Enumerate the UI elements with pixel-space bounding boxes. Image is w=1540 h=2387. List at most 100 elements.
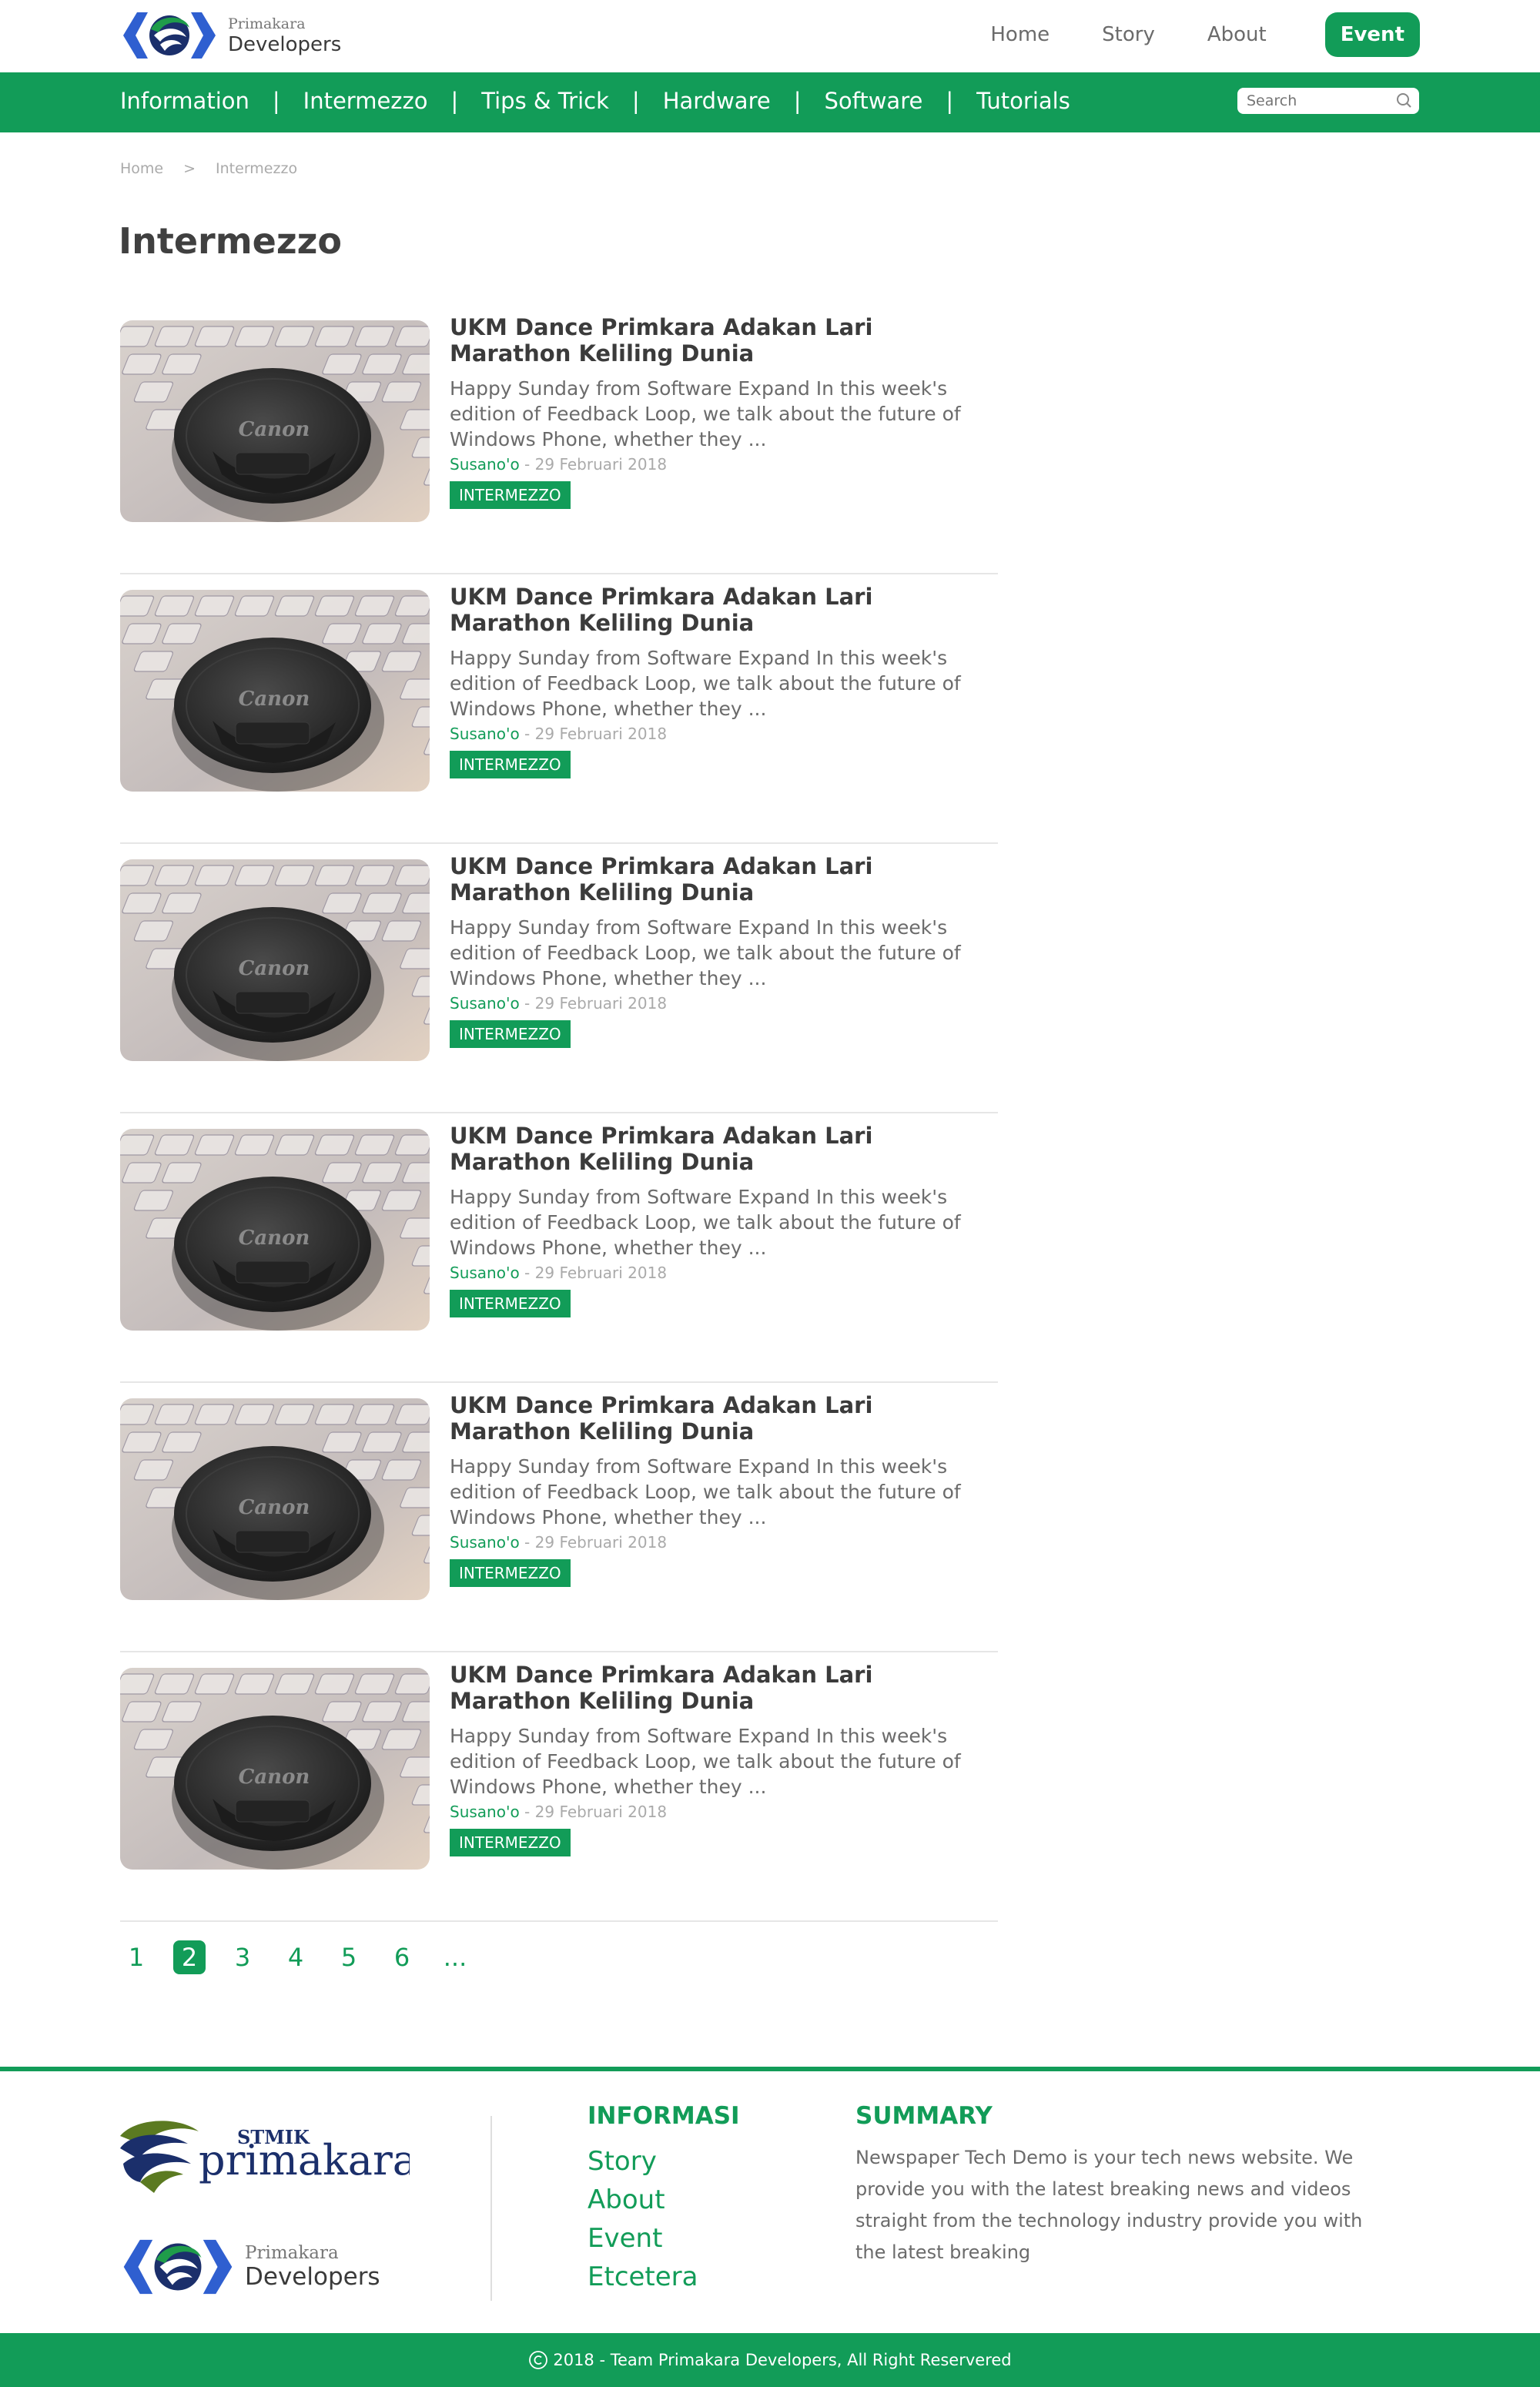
- category-separator: |: [946, 88, 954, 114]
- article-image-text: Canon: [239, 1227, 310, 1250]
- article-date: - 29 Februari 2018: [519, 1264, 668, 1282]
- footer-link-about[interactable]: About: [588, 2184, 665, 2215]
- article-author[interactable]: Susano'o: [450, 455, 520, 474]
- pagination: 1 2 3 4 5 6...: [120, 1940, 492, 1974]
- article-date: - 29 Februari 2018: [519, 455, 668, 474]
- category-separator: |: [793, 88, 802, 114]
- article-author[interactable]: Susano'o: [450, 1803, 520, 1821]
- footer-link-story[interactable]: Story: [588, 2146, 657, 2177]
- article-title-link[interactable]: UKM Dance Primkara Adakan Lari Marathon …: [450, 1662, 989, 1714]
- copyright-text: 2018 - Team Primakara Developers, All Ri…: [553, 2351, 1012, 2369]
- category-hardware[interactable]: Hardware: [663, 88, 771, 114]
- article-thumbnail[interactable]: Canon: [120, 320, 430, 522]
- copyright-icon: [529, 2351, 548, 2369]
- brand-line2: Developers: [228, 32, 342, 56]
- article-category-tag[interactable]: INTERMEZZO: [450, 1020, 571, 1048]
- stmik-primakara-logo: STMIK primakara: [117, 2110, 417, 2205]
- article-image-text: Canon: [239, 418, 310, 441]
- breadcrumb-home[interactable]: Home: [120, 160, 163, 177]
- article-category-tag[interactable]: INTERMEZZO: [450, 1829, 571, 1856]
- article-item: Canon UKM Dance Primkara Adakan Lari Mar…: [120, 844, 998, 1113]
- article-excerpt: Happy Sunday from Software Expand In thi…: [450, 1725, 961, 1798]
- article-excerpt: Happy Sunday from Software Expand In thi…: [450, 377, 961, 450]
- informasi-title: INFORMASI: [588, 2102, 740, 2130]
- article-title: UKM Dance Primkara Adakan Lari Marathon …: [450, 1392, 873, 1445]
- primakara-label: primakara: [199, 2136, 410, 2184]
- article-category-tag[interactable]: INTERMEZZO: [450, 481, 571, 509]
- stmik-logo-icon: STMIK primakara: [120, 2121, 417, 2193]
- article-meta: Susano'o - 29 Februari 2018: [450, 725, 989, 743]
- search-input[interactable]: [1237, 88, 1384, 114]
- article-excerpt: Happy Sunday from Software Expand In thi…: [450, 647, 961, 720]
- pagination-page-4[interactable]: 4: [280, 1940, 312, 1974]
- category-software[interactable]: Software: [824, 88, 922, 114]
- article-title: UKM Dance Primkara Adakan Lari Marathon …: [450, 853, 873, 906]
- article-category-tag[interactable]: INTERMEZZO: [450, 1290, 571, 1317]
- category-separator: |: [450, 88, 459, 114]
- brand-logo[interactable]: Primakara Developers: [120, 9, 341, 62]
- pagination-more[interactable]: ...: [439, 1940, 471, 1974]
- category-tutorials[interactable]: Tutorials: [976, 88, 1070, 114]
- pagination-page-3[interactable]: 3: [226, 1940, 259, 1974]
- category-separator: |: [631, 88, 640, 114]
- category-list: Information | Intermezzo | Tips & Trick …: [120, 88, 1070, 114]
- article-image: Canon: [120, 590, 430, 792]
- footer-vertical-divider: [490, 2116, 492, 2301]
- category-tips-trick[interactable]: Tips & Trick: [481, 88, 609, 114]
- category-intermezzo[interactable]: Intermezzo: [303, 88, 428, 114]
- article-title-link[interactable]: UKM Dance Primkara Adakan Lari Marathon …: [450, 584, 989, 636]
- article-image: Canon: [120, 320, 430, 522]
- search-icon[interactable]: [1394, 92, 1413, 110]
- pagination-page-1[interactable]: 1: [120, 1940, 152, 1974]
- article-category-tag[interactable]: INTERMEZZO: [450, 751, 571, 778]
- footer-divider-line: [0, 2067, 1540, 2071]
- footer-informasi: INFORMASI Story About Event Etcetera: [588, 2102, 740, 2296]
- article-meta: Susano'o - 29 Februari 2018: [450, 994, 989, 1013]
- footer-summary: SUMMARY Newspaper Tech Demo is your tech…: [855, 2102, 1394, 2268]
- chevron-right-icon: >: [183, 160, 196, 177]
- informasi-links: Story About Event Etcetera: [588, 2142, 740, 2296]
- article-image-text: Canon: [239, 1766, 310, 1789]
- article-image: Canon: [120, 1129, 430, 1331]
- pagination-page-6[interactable]: 6: [386, 1940, 418, 1974]
- article-title: UKM Dance Primkara Adakan Lari Marathon …: [450, 1662, 873, 1714]
- article-thumbnail[interactable]: Canon: [120, 859, 430, 1061]
- pagination-page-5[interactable]: 5: [333, 1940, 365, 1974]
- article-thumbnail[interactable]: Canon: [120, 1668, 430, 1870]
- nav-about-link[interactable]: About: [1207, 23, 1267, 46]
- article-author[interactable]: Susano'o: [450, 725, 520, 743]
- article-category-tag[interactable]: INTERMEZZO: [450, 1559, 571, 1587]
- article-thumbnail[interactable]: Canon: [120, 590, 430, 792]
- brand-line1: Primakara: [228, 15, 306, 32]
- top-header: Primakara Developers Home Story About Ev…: [0, 0, 1540, 72]
- footer-link-event[interactable]: Event: [588, 2223, 662, 2254]
- article-item: Canon UKM Dance Primkara Adakan Lari Mar…: [120, 1652, 998, 1922]
- article-title-link[interactable]: UKM Dance Primkara Adakan Lari Marathon …: [450, 1123, 989, 1175]
- footer-brand-line1: Primakara: [245, 2243, 339, 2263]
- article-image-text: Canon: [239, 1496, 310, 1519]
- article-image: Canon: [120, 1398, 430, 1600]
- article-thumbnail[interactable]: Canon: [120, 1129, 430, 1331]
- article-title: UKM Dance Primkara Adakan Lari Marathon …: [450, 314, 873, 367]
- footer-brand-logo: Primakara Developers: [120, 2236, 380, 2298]
- article-author[interactable]: Susano'o: [450, 994, 520, 1013]
- footer-brand-line2: Developers: [245, 2263, 380, 2291]
- article-author[interactable]: Susano'o: [450, 1533, 520, 1552]
- category-information[interactable]: Information: [120, 88, 249, 114]
- article-title: UKM Dance Primkara Adakan Lari Marathon …: [450, 584, 873, 636]
- article-title-link[interactable]: UKM Dance Primkara Adakan Lari Marathon …: [450, 853, 989, 906]
- nav-story-link[interactable]: Story: [1102, 23, 1155, 46]
- nav-home-link[interactable]: Home: [990, 23, 1050, 46]
- article-meta: Susano'o - 29 Februari 2018: [450, 1264, 989, 1282]
- nav-event-button[interactable]: Event: [1324, 12, 1420, 57]
- article-title-link[interactable]: UKM Dance Primkara Adakan Lari Marathon …: [450, 314, 989, 367]
- pagination-page-2[interactable]: 2: [173, 1940, 206, 1974]
- article-meta: Susano'o - 29 Februari 2018: [450, 1533, 989, 1552]
- footer-link-etcetera[interactable]: Etcetera: [588, 2261, 698, 2292]
- article-author[interactable]: Susano'o: [450, 1264, 520, 1282]
- article-title-link[interactable]: UKM Dance Primkara Adakan Lari Marathon …: [450, 1392, 989, 1445]
- article-thumbnail[interactable]: Canon: [120, 1398, 430, 1600]
- article-image-text: Canon: [239, 957, 310, 980]
- article-item: Canon UKM Dance Primkara Adakan Lari Mar…: [120, 1113, 998, 1383]
- brand-logo-icon: [123, 12, 216, 59]
